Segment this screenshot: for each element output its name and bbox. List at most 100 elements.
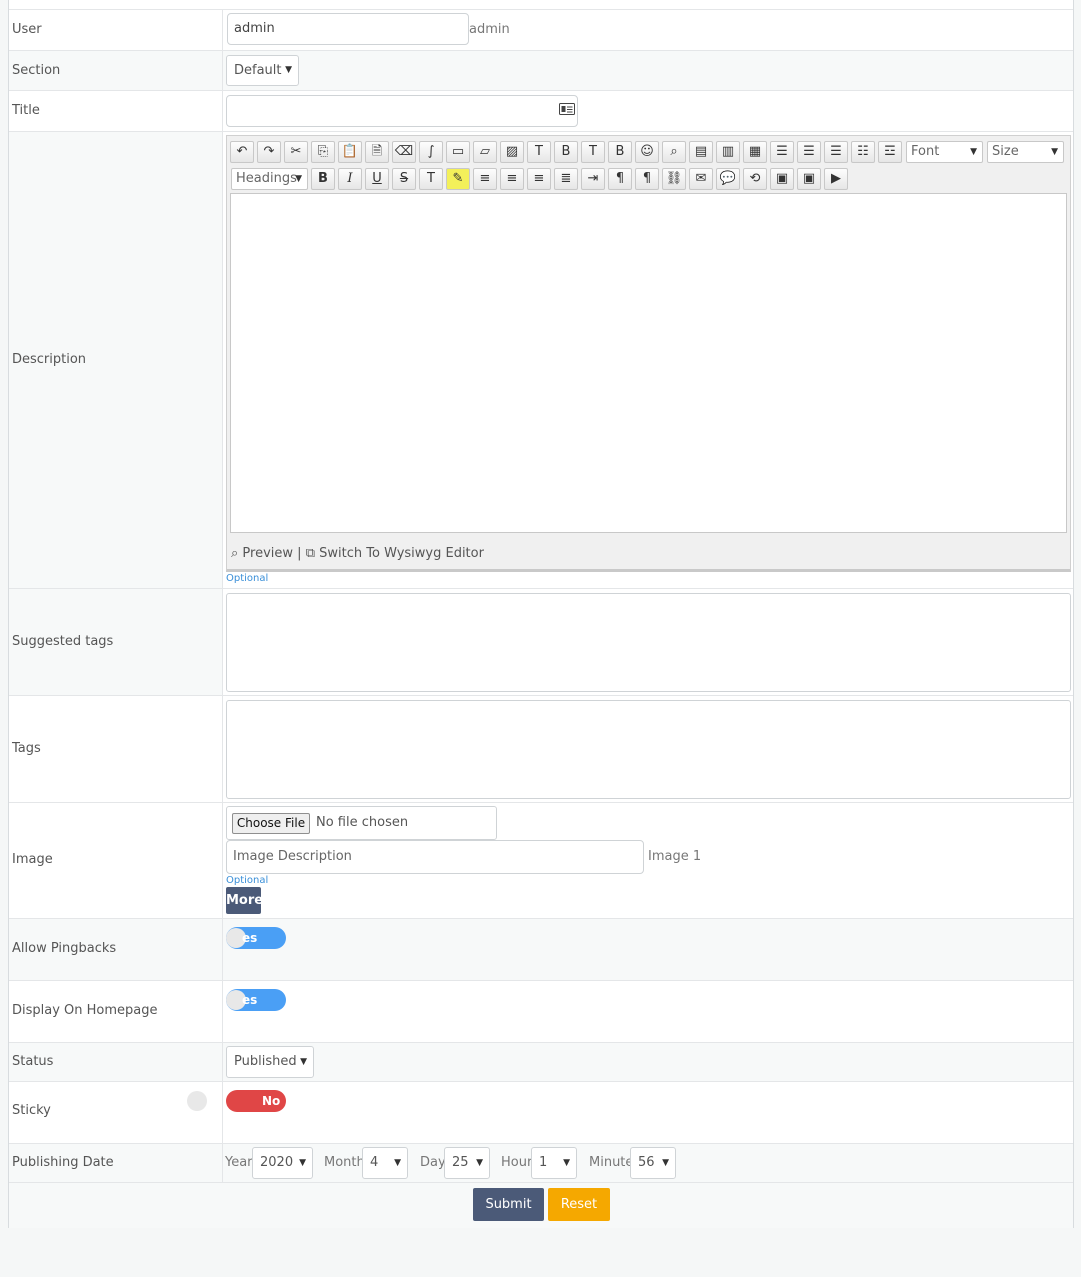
column-divider (222, 1043, 223, 1081)
bullet-list-icon[interactable]: ☰ (824, 141, 848, 163)
nested-list-icon[interactable]: ☲ (878, 141, 902, 163)
php-icon[interactable]: ▥ (716, 141, 740, 163)
insert-text-icon[interactable]: T (527, 141, 551, 163)
eraser-icon[interactable]: ⌫ (392, 141, 416, 163)
image-upload-icon[interactable]: ▣ (797, 168, 821, 190)
switch-editor-icon[interactable]: ⧉ (306, 546, 315, 561)
link-icon[interactable]: ⛓ (662, 168, 686, 190)
align-right-icon[interactable]: ≡ (527, 168, 551, 190)
column-divider (222, 1082, 223, 1143)
headings-select[interactable]: Headings ▼ (231, 168, 308, 190)
label-image: Image (12, 852, 53, 867)
status-select[interactable]: Published ▼ (226, 1046, 314, 1078)
text-color-icon[interactable]: T (419, 168, 443, 190)
label-description: Description (12, 352, 87, 367)
copy-icon[interactable]: ⎘ (311, 141, 335, 163)
row-allow-pingbacks: Allow Pingbacks es (9, 919, 1073, 981)
unordered-list-icon[interactable]: ☰ (797, 141, 821, 163)
suggested-tags-textarea[interactable] (226, 593, 1071, 692)
no-file-text: No file chosen (316, 815, 409, 830)
hour-label: Hour (501, 1155, 533, 1170)
row-display-homepage: Display On Homepage es (9, 981, 1073, 1043)
definition-list-icon[interactable]: ☷ (851, 141, 875, 163)
editor-footer: ⌕ Preview | ⧉ Switch To Wysiwyg Editor (231, 546, 484, 561)
ltr-icon[interactable]: ¶ (608, 168, 632, 190)
switch-editor-link[interactable]: Switch To Wysiwyg Editor (319, 546, 484, 561)
hour-value: 1 (539, 1155, 548, 1170)
row-status: Status Published ▼ (9, 1043, 1073, 1082)
chevron-down-icon: ▼ (394, 1158, 401, 1168)
sticky-toggle-text: No (262, 1094, 281, 1108)
underline-icon[interactable]: U (365, 168, 389, 190)
choose-file-button[interactable]: Choose File (232, 813, 310, 834)
preview-link[interactable]: Preview (242, 546, 293, 561)
insert-image-icon[interactable]: ▨ (500, 141, 524, 163)
image-description-input[interactable]: Image Description (226, 840, 644, 874)
italic-icon[interactable]: I (338, 168, 362, 190)
strikethrough-icon[interactable]: S (392, 168, 416, 190)
image-icon[interactable]: ▱ (473, 141, 497, 163)
column-divider (222, 51, 223, 90)
insert-bb-icon[interactable]: B (554, 141, 578, 163)
size-select[interactable]: Size ▼ (987, 141, 1064, 163)
email-icon[interactable]: ✉ (689, 168, 713, 190)
section-select[interactable]: Default ▼ (226, 55, 299, 86)
hour-select[interactable]: 1 ▼ (531, 1147, 577, 1179)
redo-icon[interactable]: ↷ (257, 141, 281, 163)
description-editor-area[interactable] (230, 193, 1067, 533)
image-gallery-icon[interactable]: ▣ (770, 168, 794, 190)
tags-textarea[interactable] (226, 700, 1071, 799)
day-label: Day (420, 1155, 446, 1170)
label-tags: Tags (12, 741, 41, 756)
align-justify-icon[interactable]: ≣ (554, 168, 578, 190)
undo-icon[interactable]: ↶ (230, 141, 254, 163)
rtl-icon[interactable]: ¶ (635, 168, 659, 190)
align-center-icon[interactable]: ≡ (500, 168, 524, 190)
submit-button[interactable]: Submit (473, 1188, 544, 1221)
code-icon[interactable]: ▤ (689, 141, 713, 163)
paste-icon[interactable]: 📋 (338, 141, 362, 163)
row-publishing-date: Publishing Date Year 2020 ▼ Month 4 ▼ Da… (9, 1144, 1073, 1183)
ordered-list-icon[interactable]: ☰ (770, 141, 794, 163)
html-icon[interactable]: ▦ (743, 141, 767, 163)
find-icon[interactable]: ⌕ (662, 141, 686, 163)
bb-down-icon[interactable]: B (608, 141, 632, 163)
reset-button[interactable]: Reset (548, 1188, 610, 1221)
sticky-toggle[interactable]: No (226, 1090, 286, 1112)
month-value: 4 (370, 1155, 379, 1170)
comment-icon[interactable]: 💬 (716, 168, 740, 190)
highlight-icon[interactable]: ✎ (446, 168, 470, 190)
align-left-icon[interactable]: ≡ (473, 168, 497, 190)
chevron-down-icon: ▼ (299, 1158, 306, 1168)
day-value: 25 (452, 1155, 469, 1170)
paste-text-icon[interactable]: 🗎 (365, 141, 389, 163)
file-input[interactable]: Choose File No file chosen (226, 806, 497, 840)
smiley-icon[interactable]: ☺ (635, 141, 659, 163)
title-input[interactable] (226, 95, 578, 127)
font-select[interactable]: Font ▼ (906, 141, 983, 163)
bold-icon[interactable]: B (311, 168, 335, 190)
pingbacks-toggle[interactable]: es (226, 927, 286, 949)
indent-icon[interactable]: ⇥ (581, 168, 605, 190)
media-icon[interactable]: ▶ (824, 168, 848, 190)
fullscreen-icon[interactable]: ▭ (446, 141, 470, 163)
search-icon[interactable]: ⌕ (231, 546, 238, 561)
month-label: Month (324, 1155, 365, 1170)
unlink-icon[interactable]: ⟲ (743, 168, 767, 190)
minute-select[interactable]: 56 ▼ (630, 1147, 676, 1179)
special-chars-icon[interactable]: ∫ (419, 141, 443, 163)
user-input[interactable]: admin (227, 13, 469, 45)
column-divider (222, 803, 223, 918)
chevron-down-icon: ▼ (300, 1057, 307, 1067)
label-publishing-date: Publishing Date (12, 1155, 114, 1170)
year-select[interactable]: 2020 ▼ (252, 1147, 313, 1179)
month-select[interactable]: 4 ▼ (362, 1147, 408, 1179)
cut-icon[interactable]: ✂ (284, 141, 308, 163)
text-down-icon[interactable]: T (581, 141, 605, 163)
homepage-toggle[interactable]: es (226, 989, 286, 1011)
id-card-icon (559, 102, 575, 120)
label-sticky: Sticky (12, 1103, 51, 1118)
row-title: Title (9, 91, 1073, 132)
more-button[interactable]: More (226, 887, 263, 914)
day-select[interactable]: 25 ▼ (444, 1147, 490, 1179)
